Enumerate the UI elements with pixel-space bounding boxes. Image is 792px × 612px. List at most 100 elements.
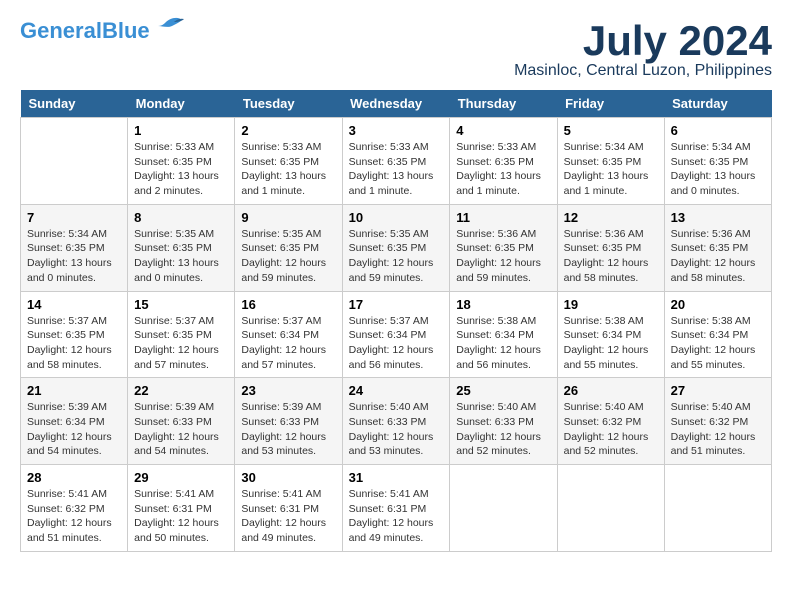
day-content: Sunrise: 5:37 AMSunset: 6:35 PMDaylight:… <box>134 314 228 373</box>
table-cell: 16 Sunrise: 5:37 AMSunset: 6:34 PMDayligh… <box>235 291 342 378</box>
day-content: Sunrise: 5:41 AMSunset: 6:31 PMDaylight:… <box>134 487 228 546</box>
table-cell: 15 Sunrise: 5:37 AMSunset: 6:35 PMDayligh… <box>128 291 235 378</box>
day-number: 23 <box>241 383 335 398</box>
table-cell: 23 Sunrise: 5:39 AMSunset: 6:33 PMDayligh… <box>235 378 342 465</box>
day-content: Sunrise: 5:36 AMSunset: 6:35 PMDaylight:… <box>671 227 765 286</box>
day-content: Sunrise: 5:34 AMSunset: 6:35 PMDaylight:… <box>564 140 658 199</box>
day-number: 1 <box>134 123 228 138</box>
day-content: Sunrise: 5:33 AMSunset: 6:35 PMDaylight:… <box>349 140 444 199</box>
day-content: Sunrise: 5:34 AMSunset: 6:35 PMDaylight:… <box>27 227 121 286</box>
logo-bird-icon <box>154 16 186 38</box>
day-content: Sunrise: 5:33 AMSunset: 6:35 PMDaylight:… <box>456 140 550 199</box>
day-content: Sunrise: 5:38 AMSunset: 6:34 PMDaylight:… <box>671 314 765 373</box>
day-content: Sunrise: 5:40 AMSunset: 6:33 PMDaylight:… <box>456 400 550 459</box>
day-number: 4 <box>456 123 550 138</box>
day-content: Sunrise: 5:36 AMSunset: 6:35 PMDaylight:… <box>564 227 658 286</box>
table-cell: 2 Sunrise: 5:33 AMSunset: 6:35 PMDaylight… <box>235 118 342 205</box>
day-number: 31 <box>349 470 444 485</box>
col-thursday: Thursday <box>450 90 557 118</box>
month-title: July 2024 <box>514 20 772 62</box>
table-cell <box>664 465 771 552</box>
day-content: Sunrise: 5:33 AMSunset: 6:35 PMDaylight:… <box>134 140 228 199</box>
col-friday: Friday <box>557 90 664 118</box>
day-content: Sunrise: 5:37 AMSunset: 6:34 PMDaylight:… <box>241 314 335 373</box>
day-number: 26 <box>564 383 658 398</box>
day-content: Sunrise: 5:41 AMSunset: 6:31 PMDaylight:… <box>241 487 335 546</box>
day-content: Sunrise: 5:39 AMSunset: 6:33 PMDaylight:… <box>241 400 335 459</box>
day-content: Sunrise: 5:35 AMSunset: 6:35 PMDaylight:… <box>241 227 335 286</box>
day-number: 10 <box>349 210 444 225</box>
calendar-header-row: Sunday Monday Tuesday Wednesday Thursday… <box>21 90 772 118</box>
day-number: 8 <box>134 210 228 225</box>
day-content: Sunrise: 5:40 AMSunset: 6:33 PMDaylight:… <box>349 400 444 459</box>
day-content: Sunrise: 5:33 AMSunset: 6:35 PMDaylight:… <box>241 140 335 199</box>
table-cell: 1 Sunrise: 5:33 AMSunset: 6:35 PMDaylight… <box>128 118 235 205</box>
day-number: 9 <box>241 210 335 225</box>
table-cell <box>557 465 664 552</box>
day-number: 25 <box>456 383 550 398</box>
day-number: 13 <box>671 210 765 225</box>
table-cell: 18 Sunrise: 5:38 AMSunset: 6:34 PMDayligh… <box>450 291 557 378</box>
week-row-1: 1 Sunrise: 5:33 AMSunset: 6:35 PMDaylight… <box>21 118 772 205</box>
col-saturday: Saturday <box>664 90 771 118</box>
col-monday: Monday <box>128 90 235 118</box>
day-content: Sunrise: 5:34 AMSunset: 6:35 PMDaylight:… <box>671 140 765 199</box>
day-number: 15 <box>134 297 228 312</box>
day-number: 30 <box>241 470 335 485</box>
table-cell: 30 Sunrise: 5:41 AMSunset: 6:31 PMDayligh… <box>235 465 342 552</box>
table-cell <box>21 118 128 205</box>
table-cell: 7 Sunrise: 5:34 AMSunset: 6:35 PMDaylight… <box>21 204 128 291</box>
table-cell: 6 Sunrise: 5:34 AMSunset: 6:35 PMDaylight… <box>664 118 771 205</box>
day-content: Sunrise: 5:41 AMSunset: 6:31 PMDaylight:… <box>349 487 444 546</box>
week-row-2: 7 Sunrise: 5:34 AMSunset: 6:35 PMDaylight… <box>21 204 772 291</box>
day-number: 19 <box>564 297 658 312</box>
day-number: 2 <box>241 123 335 138</box>
table-cell: 25 Sunrise: 5:40 AMSunset: 6:33 PMDayligh… <box>450 378 557 465</box>
table-cell: 22 Sunrise: 5:39 AMSunset: 6:33 PMDayligh… <box>128 378 235 465</box>
calendar-table: Sunday Monday Tuesday Wednesday Thursday… <box>20 90 772 552</box>
day-number: 5 <box>564 123 658 138</box>
day-number: 14 <box>27 297 121 312</box>
table-cell: 27Sunrise: 5:40 AMSunset: 6:32 PMDayligh… <box>664 378 771 465</box>
table-cell: 17 Sunrise: 5:37 AMSunset: 6:34 PMDayligh… <box>342 291 450 378</box>
day-number: 28 <box>27 470 121 485</box>
day-number: 20 <box>671 297 765 312</box>
location-text: Masinloc, Central Luzon, Philippines <box>514 62 772 80</box>
logo-text: GeneralBlue <box>20 20 150 42</box>
day-number: 6 <box>671 123 765 138</box>
table-cell <box>450 465 557 552</box>
table-cell: 20 Sunrise: 5:38 AMSunset: 6:34 PMDayligh… <box>664 291 771 378</box>
day-number: 17 <box>349 297 444 312</box>
day-content: Sunrise: 5:35 AMSunset: 6:35 PMDaylight:… <box>349 227 444 286</box>
table-cell: 24Sunrise: 5:40 AMSunset: 6:33 PMDayligh… <box>342 378 450 465</box>
table-cell: 21Sunrise: 5:39 AMSunset: 6:34 PMDayligh… <box>21 378 128 465</box>
table-cell: 14 Sunrise: 5:37 AMSunset: 6:35 PMDayligh… <box>21 291 128 378</box>
logo: GeneralBlue <box>20 20 186 42</box>
table-cell: 11Sunrise: 5:36 AMSunset: 6:35 PMDayligh… <box>450 204 557 291</box>
col-sunday: Sunday <box>21 90 128 118</box>
day-number: 7 <box>27 210 121 225</box>
table-cell: 8 Sunrise: 5:35 AMSunset: 6:35 PMDaylight… <box>128 204 235 291</box>
day-number: 22 <box>134 383 228 398</box>
table-cell: 31 Sunrise: 5:41 AMSunset: 6:31 PMDayligh… <box>342 465 450 552</box>
day-content: Sunrise: 5:41 AMSunset: 6:32 PMDaylight:… <box>27 487 121 546</box>
day-content: Sunrise: 5:39 AMSunset: 6:33 PMDaylight:… <box>134 400 228 459</box>
table-cell: 29Sunrise: 5:41 AMSunset: 6:31 PMDayligh… <box>128 465 235 552</box>
table-cell: 26Sunrise: 5:40 AMSunset: 6:32 PMDayligh… <box>557 378 664 465</box>
day-content: Sunrise: 5:37 AMSunset: 6:35 PMDaylight:… <box>27 314 121 373</box>
day-content: Sunrise: 5:37 AMSunset: 6:34 PMDaylight:… <box>349 314 444 373</box>
table-cell: 3Sunrise: 5:33 AMSunset: 6:35 PMDaylight… <box>342 118 450 205</box>
page-header: GeneralBlue July 2024 Masinloc, Central … <box>20 20 772 80</box>
table-cell: 10 Sunrise: 5:35 AMSunset: 6:35 PMDayligh… <box>342 204 450 291</box>
day-number: 12 <box>564 210 658 225</box>
day-number: 16 <box>241 297 335 312</box>
day-content: Sunrise: 5:38 AMSunset: 6:34 PMDaylight:… <box>456 314 550 373</box>
day-content: Sunrise: 5:35 AMSunset: 6:35 PMDaylight:… <box>134 227 228 286</box>
day-number: 18 <box>456 297 550 312</box>
day-content: Sunrise: 5:40 AMSunset: 6:32 PMDaylight:… <box>671 400 765 459</box>
week-row-4: 21Sunrise: 5:39 AMSunset: 6:34 PMDayligh… <box>21 378 772 465</box>
table-cell: 19 Sunrise: 5:38 AMSunset: 6:34 PMDayligh… <box>557 291 664 378</box>
day-content: Sunrise: 5:38 AMSunset: 6:34 PMDaylight:… <box>564 314 658 373</box>
day-content: Sunrise: 5:36 AMSunset: 6:35 PMDaylight:… <box>456 227 550 286</box>
col-wednesday: Wednesday <box>342 90 450 118</box>
